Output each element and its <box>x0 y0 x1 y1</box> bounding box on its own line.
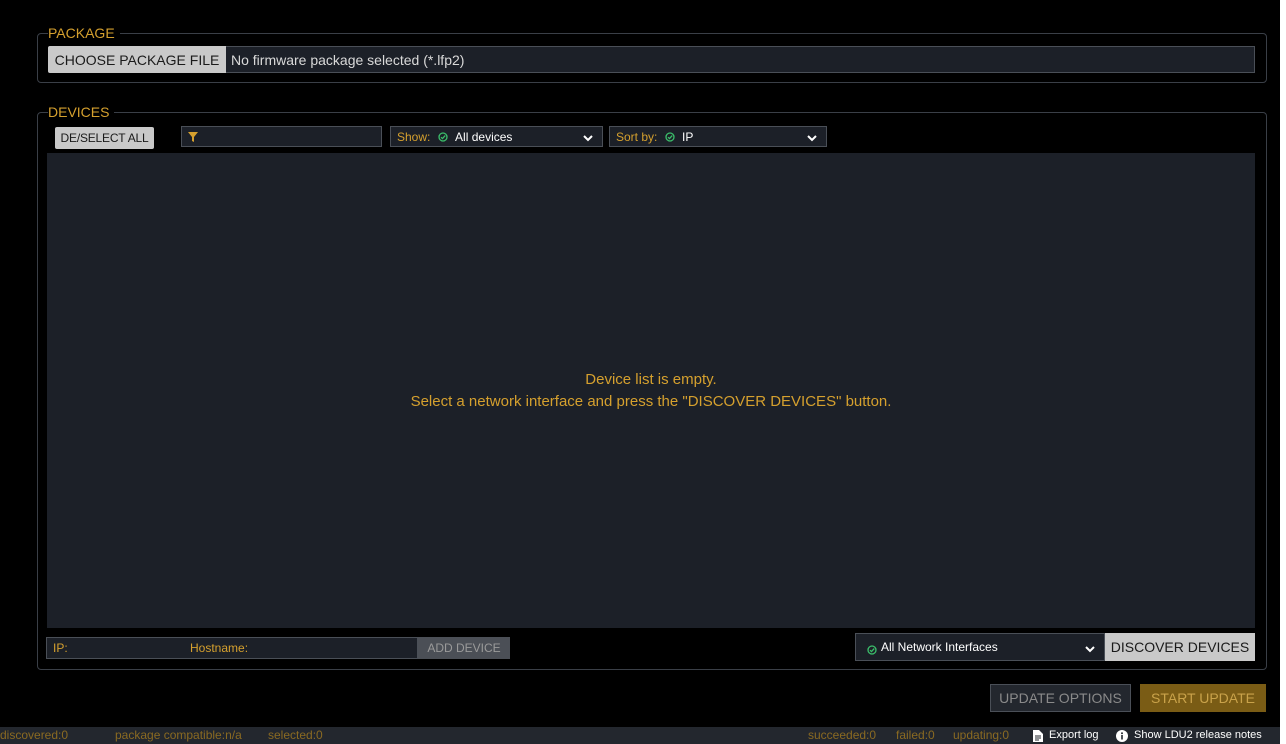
check-circle-icon <box>438 131 448 142</box>
empty-message-line1: Device list is empty. <box>585 371 717 388</box>
window-edge <box>1280 0 1286 744</box>
chevron-down-icon <box>1084 642 1096 654</box>
add-device-button[interactable]: ADD DEVICE <box>418 637 510 659</box>
status-succeeded: succeeded:0 <box>808 728 877 742</box>
status-discovered: discovered:0 <box>0 728 69 742</box>
network-interface-value: All Network Interfaces <box>881 640 998 654</box>
export-log-link[interactable]: Export log <box>1033 727 1099 744</box>
show-filter-select[interactable]: Show: All devices <box>390 126 603 147</box>
sort-by-select[interactable]: Sort by: IP <box>609 126 827 147</box>
package-file-text: No firmware package selected (*.lfp2) <box>231 51 465 68</box>
start-update-button[interactable]: START UPDATE <box>1140 684 1266 712</box>
release-notes-label: Show LDU2 release notes <box>1134 729 1262 741</box>
sort-value: IP <box>682 129 694 144</box>
update-options-button[interactable]: UPDATE OPTIONS <box>990 684 1131 712</box>
chevron-down-icon <box>806 131 818 143</box>
package-legend: PACKAGE <box>48 25 120 41</box>
status-failed: failed:0 <box>896 728 935 742</box>
app-window: PACKAGE CHOOSE PACKAGE FILE No firmware … <box>0 0 1280 744</box>
package-file-field: No firmware package selected (*.lfp2) <box>226 46 1255 73</box>
ip-placeholder: IP: <box>53 641 68 655</box>
update-options-label: UPDATE OPTIONS <box>999 690 1122 706</box>
export-log-label: Export log <box>1049 729 1099 741</box>
devices-legend: DEVICES <box>48 104 115 120</box>
filter-icon <box>188 131 198 142</box>
show-label: Show: <box>397 129 431 144</box>
hostname-placeholder: Hostname: <box>190 641 249 655</box>
device-list[interactable]: Device list is empty. Select a network i… <box>47 153 1255 628</box>
empty-message-line2: Select a network interface and press the… <box>410 393 892 410</box>
choose-package-file-label: CHOOSE PACKAGE FILE <box>54 51 220 68</box>
ip-input[interactable]: IP: <box>46 637 184 659</box>
empty-list-message: Device list is empty. Select a network i… <box>47 369 1255 413</box>
show-select-content: Show: All devices <box>391 130 512 144</box>
discover-devices-button[interactable]: DISCOVER DEVICES <box>1105 633 1255 661</box>
check-circle-icon <box>665 131 675 142</box>
status-bar: discovered:0 package compatible:n/a sele… <box>0 727 1280 744</box>
chevron-down-icon <box>582 131 594 143</box>
choose-package-file-button[interactable]: CHOOSE PACKAGE FILE <box>48 46 226 73</box>
deselect-all-button[interactable]: DE/SELECT ALL <box>55 127 154 149</box>
release-notes-link[interactable]: Show LDU2 release notes <box>1116 727 1262 744</box>
info-icon <box>1116 729 1128 742</box>
network-interface-select[interactable]: All Network Interfaces <box>855 633 1105 661</box>
status-selected: selected:0 <box>268 728 323 742</box>
start-update-label: START UPDATE <box>1151 690 1255 706</box>
sort-label: Sort by: <box>616 129 658 144</box>
hostname-input[interactable]: Hostname: <box>184 637 418 659</box>
deselect-all-label: DE/SELECT ALL <box>60 131 149 145</box>
filter-input[interactable] <box>181 126 382 147</box>
sort-select-content: Sort by: IP <box>610 130 693 144</box>
show-value: All devices <box>455 129 513 144</box>
discover-devices-label: DISCOVER DEVICES <box>1110 639 1250 655</box>
status-package-compatible: package compatible:n/a <box>115 728 242 742</box>
document-icon <box>1033 729 1043 742</box>
add-device-label: ADD DEVICE <box>427 641 501 655</box>
check-circle-icon <box>867 642 877 655</box>
status-updating: updating:0 <box>953 728 1010 742</box>
